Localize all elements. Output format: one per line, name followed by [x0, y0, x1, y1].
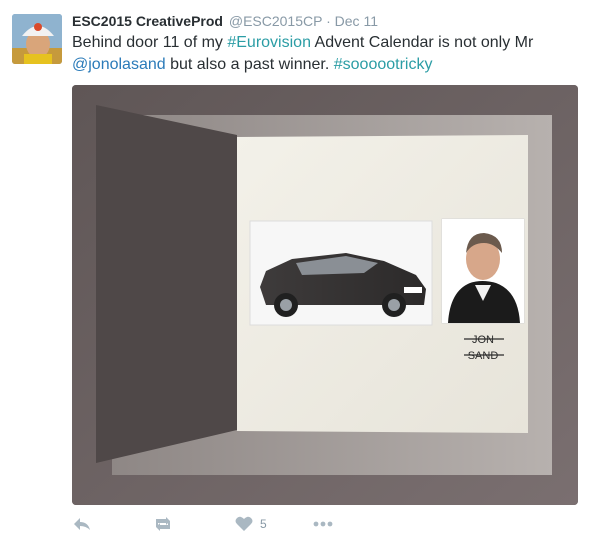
advent-calendar-photo: JON SAND [72, 85, 578, 505]
tweet: ESC2015 CreativeProd @ESC2015CP · Dec 11… [0, 0, 591, 550]
tweet-text: Behind door 11 of my #Eurovision Advent … [72, 32, 577, 76]
author-name[interactable]: ESC2015 CreativeProd [72, 13, 223, 29]
caption-sand: SAND [468, 350, 499, 362]
like-count: 5 [260, 517, 267, 531]
tweet-text-part2: Advent Calendar is not only Mr [310, 34, 534, 51]
heart-icon [235, 516, 253, 531]
author-handle[interactable]: @ESC2015CP [229, 13, 322, 29]
avatar[interactable] [12, 14, 62, 64]
reply-icon [74, 518, 90, 530]
tweet-image[interactable]: JON SAND [72, 85, 578, 505]
tweet-header: ESC2015 CreativeProd @ESC2015CP · Dec 11 [72, 12, 378, 30]
like-button[interactable]: 5 [234, 512, 267, 536]
tweet-time[interactable]: Dec 11 [335, 13, 378, 29]
hashtag-part-a: #sooooo [333, 56, 396, 73]
tweet-actions: 5 [72, 512, 372, 536]
tweet-text-part1: Behind door 11 of my [72, 34, 228, 51]
avatar-image [12, 14, 62, 64]
hashtag-part-b: tricky [395, 56, 433, 73]
more-icon [313, 521, 333, 527]
retweet-button[interactable] [152, 512, 174, 536]
reply-button[interactable] [72, 512, 92, 536]
separator-dot: · [326, 13, 331, 29]
more-button[interactable] [312, 512, 334, 536]
mention-jonolasand[interactable]: @jonolasand [72, 56, 166, 73]
retweet-icon [156, 517, 170, 531]
caption-jon: JON [472, 334, 494, 346]
hashtag-soooootricky[interactable]: #soooootricky [334, 56, 433, 73]
hashtag-eurovision[interactable]: #Eurovision [227, 34, 311, 51]
tweet-text-part3: but also a past winner. [165, 56, 334, 73]
